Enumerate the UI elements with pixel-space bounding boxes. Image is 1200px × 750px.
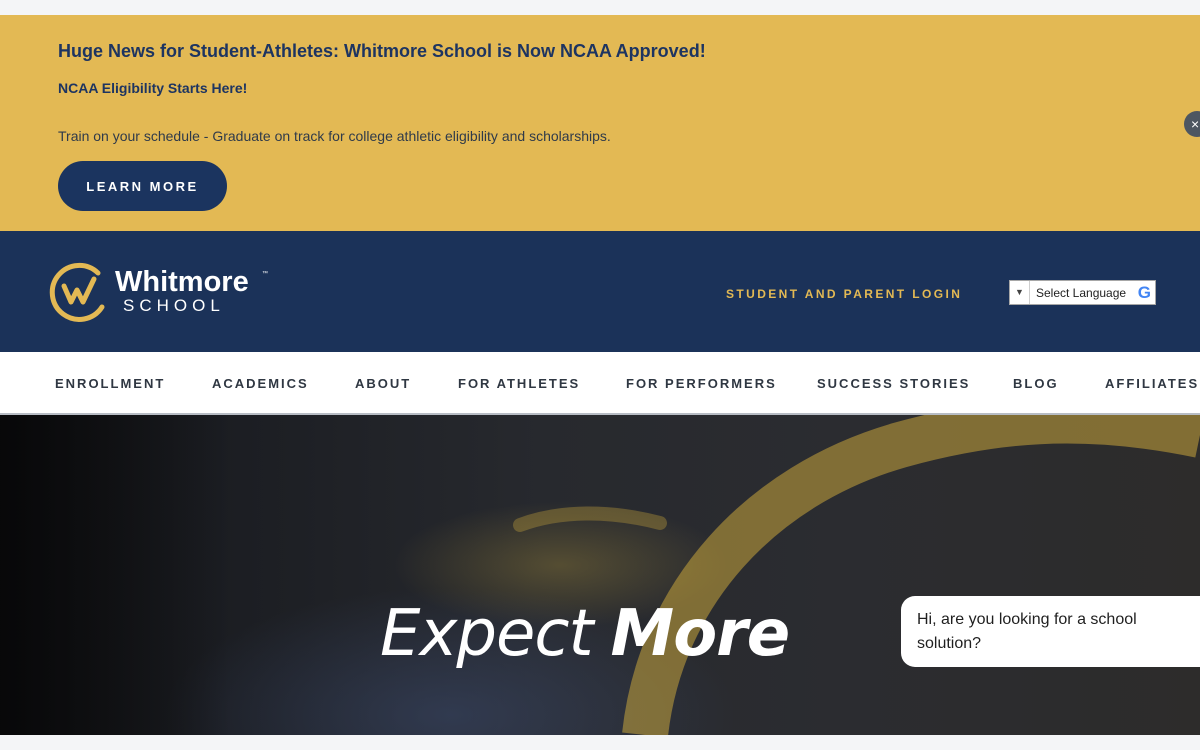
logo-wordmark[interactable]: Whitmore [115,266,249,299]
hero-section: Expect More [0,415,1200,735]
student-parent-login-link[interactable]: STUDENT AND PARENT LOGIN [726,287,962,301]
nav-item-about[interactable]: ABOUT [355,376,411,391]
logo-mark-icon[interactable] [44,257,112,325]
site-header: Whitmore ™ SCHOOL STUDENT AND PARENT LOG… [0,231,1200,352]
google-icon: G [1137,282,1151,302]
dropdown-arrow-icon: ▼ [1010,281,1030,304]
nav-item-for-athletes[interactable]: FOR ATHLETES [458,376,580,391]
language-select-label: Select Language [1036,285,1127,300]
nav-item-affiliates[interactable]: AFFILIATES [1105,376,1199,391]
hero-arc-graphic [513,415,1200,735]
nav-item-academics[interactable]: ACADEMICS [212,376,309,391]
top-strip [0,0,1200,15]
nav-item-enrollment[interactable]: ENROLLMENT [55,376,165,391]
banner-subheadline: NCAA Eligibility Starts Here! [58,80,248,96]
language-select[interactable]: ▼ Select Language G [1009,280,1156,305]
banner-headline: Huge News for Student-Athletes: Whitmore… [58,41,706,61]
hero-title: Expect More [380,593,791,671]
nav-item-blog[interactable]: BLOG [1013,376,1059,391]
logo-trademark: ™ [262,271,268,277]
main-navigation: ENROLLMENT ACADEMICS ABOUT FOR ATHLETES … [0,352,1200,415]
chat-bubble[interactable]: Hi, are you looking for a school solutio… [901,596,1200,667]
learn-more-button[interactable]: LEARN MORE [58,161,227,211]
announcement-banner: Huge News for Student-Athletes: Whitmore… [0,15,1200,231]
close-icon[interactable]: × [1184,111,1200,137]
banner-body-text: Train on your schedule - Graduate on tra… [58,128,611,144]
hero-title-light: Expect [380,597,594,671]
nav-item-for-performers[interactable]: FOR PERFORMERS [626,376,777,391]
logo-school-text: SCHOOL [123,296,225,315]
bottom-strip [0,735,1200,750]
nav-item-success-stories[interactable]: SUCCESS STORIES [817,376,970,391]
hero-title-bold: More [610,597,791,671]
